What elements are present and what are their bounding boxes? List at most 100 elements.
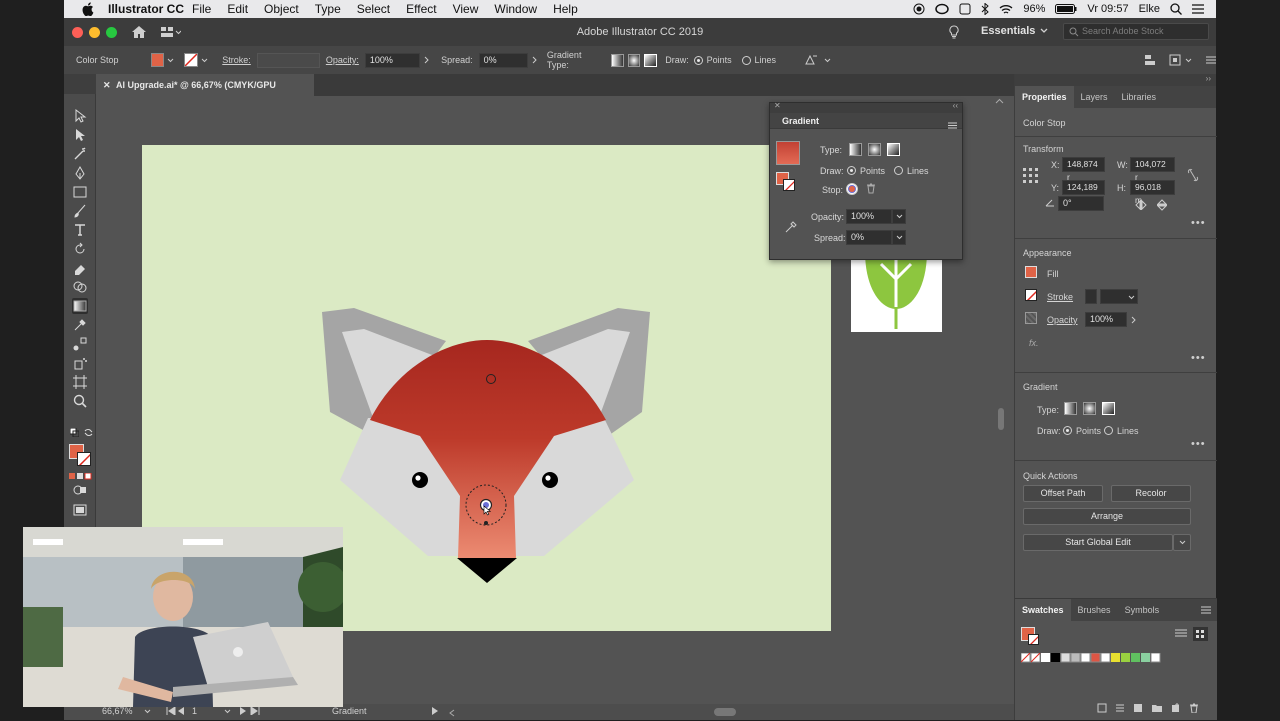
props-draw-lines-radio[interactable] [1104,426,1113,435]
zoom-window-button[interactable] [106,26,117,38]
menu-select[interactable]: Select [357,2,390,16]
status-arrow-icon[interactable] [432,707,438,715]
tab-symbols[interactable]: Symbols [1118,599,1167,621]
draw-lines-label[interactable]: Lines [755,55,777,65]
fill-swatch[interactable] [150,53,165,67]
swatches-stroke-swatch[interactable] [1028,634,1039,645]
screen-mode-icon[interactable] [72,502,88,518]
gp-draw-lines-radio[interactable] [894,166,903,175]
direct-selection-tool-icon[interactable] [72,127,88,143]
stroke-stepper[interactable] [1085,289,1097,304]
notification-center-icon[interactable] [1192,4,1204,14]
props-radial-gradient-button[interactable] [1083,402,1096,415]
drawing-modes-icon[interactable] [72,482,88,498]
draw-lines-radio[interactable] [741,55,751,65]
props-draw-points-radio[interactable] [1063,426,1072,435]
appearance-opacity-arrow-icon[interactable] [1131,316,1136,324]
tab-swatches[interactable]: Swatches [1015,599,1071,621]
selection-tool-icon[interactable] [72,108,88,124]
gp-spread-dropdown[interactable] [892,230,906,245]
recolor-artwork-icon[interactable] [804,54,818,66]
list-view-icon[interactable] [1175,629,1187,639]
grid-view-icon[interactable] [1193,627,1208,641]
flip-vertical-icon[interactable] [1157,199,1167,211]
tab-brushes[interactable]: Brushes [1071,599,1118,621]
app-menu[interactable]: Illustrator CC [108,2,184,16]
fill-chevron-icon[interactable] [167,58,174,63]
arrange-button[interactable]: Arrange [1023,508,1191,525]
zoom-chevron-icon[interactable] [144,709,151,714]
tab-layers[interactable]: Layers [1074,86,1115,108]
lightbulb-icon[interactable] [949,25,959,39]
close-panel-icon[interactable]: ✕ [774,101,781,110]
draw-points-label[interactable]: Points [707,55,732,65]
document-tab[interactable]: ✕ AI Upgrade.ai* @ 66,67% (CMYK/GPU Prev… [96,74,314,112]
new-color-group-icon[interactable] [1151,703,1163,713]
default-colors-icon[interactable] [70,428,79,437]
collapse-panel-icon[interactable]: ‹‹ [953,101,958,110]
swatches-menu-icon[interactable] [1201,606,1211,614]
flip-horizontal-icon[interactable] [1135,200,1147,210]
gp-opacity-field[interactable]: 100% [846,209,892,224]
eyedropper-tool-icon[interactable] [72,317,88,333]
symbol-sprayer-tool-icon[interactable] [72,355,88,371]
opacity-label[interactable]: Opacity: [326,55,359,65]
creative-cloud-icon[interactable] [935,3,950,15]
swatch-library-icon[interactable] [1097,703,1107,713]
stroke-swatch[interactable] [184,53,199,67]
menu-window[interactable]: Window [494,2,537,16]
appearance-opacity-field[interactable]: 100% [1085,312,1127,327]
bluetooth-icon[interactable] [981,3,990,15]
linear-gradient-type-button[interactable] [610,53,624,67]
h-field[interactable]: 96,018 m [1130,180,1175,205]
spotlight-icon[interactable] [1170,3,1182,15]
appearance-more-icon[interactable]: ••• [1191,352,1206,364]
props-freeform-gradient-button[interactable] [1102,402,1115,415]
menu-view[interactable]: View [453,2,479,16]
align-icon[interactable] [1145,54,1159,66]
battery-icon[interactable] [1055,4,1077,14]
menu-edit[interactable]: Edit [227,2,248,16]
gp-freeform-gradient-button[interactable] [887,143,900,156]
props-draw-lines-label[interactable]: Lines [1117,426,1139,436]
color-mode-buttons[interactable] [69,473,93,480]
zoom-level[interactable]: 66,67% [102,706,133,716]
gp-radial-gradient-button[interactable] [868,143,881,156]
opacity-field[interactable]: 100% [364,52,421,68]
blend-tool-icon[interactable] [72,336,88,352]
appearance-stroke-swatch[interactable] [1025,289,1037,301]
type-tool-icon[interactable] [72,222,88,238]
zoom-tool-icon[interactable] [72,393,88,409]
stroke-weight-chevron-icon[interactable] [1128,295,1135,300]
props-draw-points-label[interactable]: Points [1076,426,1101,436]
stroke-chevron-icon[interactable] [201,58,208,63]
gp-draw-points-label[interactable]: Points [860,166,885,176]
x-field[interactable]: 148,874 r [1062,157,1105,182]
wifi-icon[interactable] [999,4,1013,15]
paintbrush-tool-icon[interactable] [72,203,88,219]
menu-type[interactable]: Type [315,2,341,16]
rectangle-tool-icon[interactable] [72,184,88,200]
start-global-edit-button[interactable]: Start Global Edit [1023,534,1173,551]
gradient-eyedropper-icon[interactable] [784,220,798,234]
menu-file[interactable]: File [192,2,211,16]
scroll-left-arrow-icon[interactable] [449,709,455,717]
gradient-panel-stroke-swatch[interactable] [783,179,795,191]
draw-points-radio[interactable] [693,55,703,65]
scroll-up-arrow-icon[interactable] [995,98,1004,104]
next-artboard-icon[interactable] [240,707,246,715]
swatch-grid[interactable] [1021,653,1181,664]
stroke-label[interactable]: Stroke: [222,55,251,65]
toolbar-stroke-swatch[interactable] [77,452,91,466]
reference-point-icon[interactable] [1023,168,1039,184]
workspace-chevron-icon[interactable] [1040,28,1048,34]
menu-effect[interactable]: Effect [406,2,436,16]
prev-artboard-icon[interactable] [178,707,184,715]
gradient-preview-swatch[interactable] [776,141,800,165]
transform-icon[interactable] [1169,54,1181,66]
global-edit-options-button[interactable] [1173,534,1191,551]
fx-button[interactable]: fx. [1029,338,1039,348]
last-artboard-icon[interactable] [250,707,260,715]
collapse-dock-icon[interactable]: ›› [1206,74,1211,83]
y-field[interactable]: 124,189 r [1062,180,1105,205]
